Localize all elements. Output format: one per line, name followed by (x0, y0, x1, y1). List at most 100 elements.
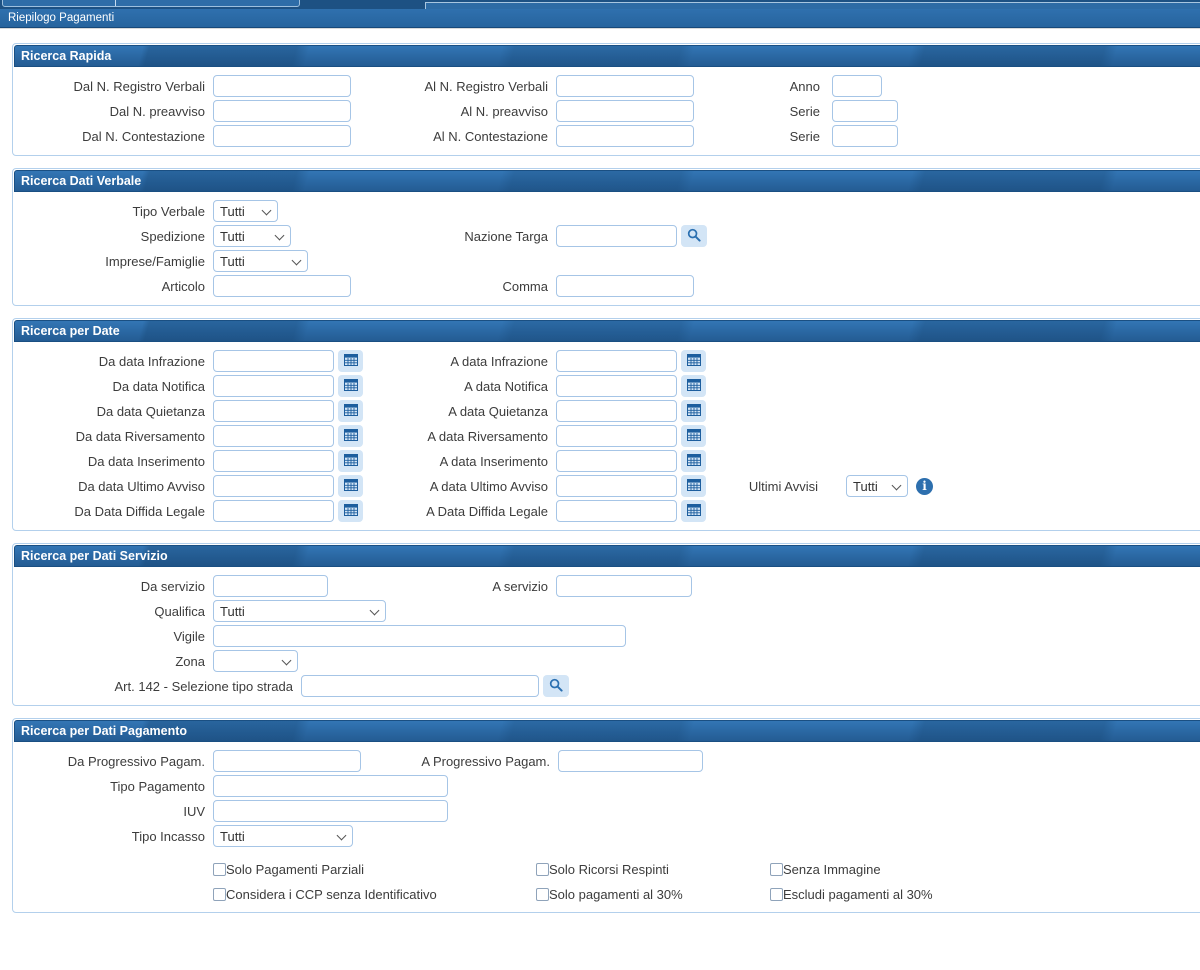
dal-contestazione-input[interactable] (213, 125, 351, 147)
anno-label: Anno (694, 79, 832, 94)
calendar-icon (687, 504, 701, 519)
date-from-input[interactable] (213, 400, 334, 422)
serie-preavviso-input[interactable] (832, 100, 898, 122)
date-from-input[interactable] (213, 425, 334, 447)
tipo-pagamento-input[interactable] (213, 775, 448, 797)
date-to-calendar-button[interactable] (681, 400, 706, 422)
dal-preavviso-input[interactable] (213, 100, 351, 122)
al-contestazione-input[interactable] (556, 125, 694, 147)
date-from-input[interactable] (213, 450, 334, 472)
date-to-calendar-button[interactable] (681, 350, 706, 372)
date-from-input[interactable] (213, 500, 334, 522)
tipo-incasso-select[interactable]: Tutti (213, 825, 353, 847)
anno-input[interactable] (832, 75, 882, 97)
section-header-dati-verbale: Ricerca Dati Verbale (14, 170, 1200, 192)
section-dati-verbale: Ricerca Dati Verbale Tipo Verbale Tutti … (12, 168, 1200, 306)
date-to-input[interactable] (556, 475, 677, 497)
comma-label: Comma (363, 279, 556, 294)
imprese-famiglie-select[interactable]: Tutti (213, 250, 308, 272)
date-from-label: Da data Inserimento (13, 454, 213, 469)
date-from-input[interactable] (213, 475, 334, 497)
row-spedizione: Spedizione Tutti Nazione Targa (13, 225, 1200, 247)
al-preavviso-label: Al N. preavviso (363, 104, 556, 119)
date-from-input[interactable] (213, 375, 334, 397)
section-dati-servizio: Ricerca per Dati Servizio Da servizio A … (12, 543, 1200, 706)
tipo-verbale-label: Tipo Verbale (13, 204, 213, 219)
date-to-input[interactable] (556, 350, 677, 372)
iuv-input[interactable] (213, 800, 448, 822)
date-from-calendar-button[interactable] (338, 425, 363, 447)
iuv-label: IUV (13, 804, 213, 819)
articolo-label: Articolo (13, 279, 213, 294)
info-icon[interactable]: i (916, 478, 933, 495)
senza-immagine-checkbox[interactable] (770, 863, 783, 876)
date-to-calendar-button[interactable] (681, 425, 706, 447)
date-to-input[interactable] (556, 425, 677, 447)
date-to-input[interactable] (556, 375, 677, 397)
date-to-label: A Data Diffida Legale (363, 504, 556, 519)
escludi-pagamenti-30-checkbox[interactable] (770, 888, 783, 901)
spedizione-select[interactable]: Tutti (213, 225, 291, 247)
ultimi-avvisi-select[interactable]: Tutti (846, 475, 908, 497)
date-to-input[interactable] (556, 450, 677, 472)
vigile-input[interactable] (213, 625, 626, 647)
articolo-input[interactable] (213, 275, 351, 297)
date-to-label: A data Infrazione (363, 354, 556, 369)
row-qualifica: Qualifica Tutti (13, 600, 1200, 622)
toolbar-partial-tab (425, 2, 1200, 9)
comma-input[interactable] (556, 275, 694, 297)
dal-registro-verbali-input[interactable] (213, 75, 351, 97)
date-from-label: Da Data Diffida Legale (13, 504, 213, 519)
date-from-label: Da data Notifica (13, 379, 213, 394)
nazione-targa-input[interactable] (556, 225, 677, 247)
art142-input[interactable] (301, 675, 539, 697)
da-servizio-input[interactable] (213, 575, 328, 597)
dal-contestazione-label: Dal N. Contestazione (13, 129, 213, 144)
calendar-icon (344, 404, 358, 419)
date-to-label: A data Inserimento (363, 454, 556, 469)
dal-registro-verbali-label: Dal N. Registro Verbali (13, 79, 213, 94)
spedizione-label: Spedizione (13, 229, 213, 244)
al-registro-verbali-input[interactable] (556, 75, 694, 97)
a-servizio-input[interactable] (556, 575, 692, 597)
date-from-calendar-button[interactable] (338, 350, 363, 372)
date-from-calendar-button[interactable] (338, 375, 363, 397)
date-from-calendar-button[interactable] (338, 450, 363, 472)
date-to-input[interactable] (556, 400, 677, 422)
section-header-dati-pagamento: Ricerca per Dati Pagamento (14, 720, 1200, 742)
da-progressivo-input[interactable] (213, 750, 361, 772)
date-to-calendar-button[interactable] (681, 450, 706, 472)
page-title: Riepilogo Pagamenti (0, 9, 1200, 28)
date-to-calendar-button[interactable] (681, 375, 706, 397)
date-from-calendar-button[interactable] (338, 475, 363, 497)
toolbar-partial-control (2, 0, 300, 7)
considera-ccp-checkbox[interactable] (213, 888, 226, 901)
nazione-targa-search-button[interactable] (681, 225, 707, 247)
solo-pagamenti-30-checkbox[interactable] (536, 888, 549, 901)
date-to-calendar-button[interactable] (681, 500, 706, 522)
row-servizio: Da servizio A servizio (13, 575, 1200, 597)
row-progressivo: Da Progressivo Pagam. A Progressivo Paga… (13, 750, 1200, 772)
solo-pagamenti-parziali-checkbox[interactable] (213, 863, 226, 876)
qualifica-select[interactable]: Tutti (213, 600, 386, 622)
tipo-verbale-select[interactable]: Tutti (213, 200, 278, 222)
payment-filter-checkboxes: Solo Pagamenti Parziali Solo Ricorsi Res… (213, 857, 1200, 907)
al-preavviso-input[interactable] (556, 100, 694, 122)
solo-pagamenti-parziali-label: Solo Pagamenti Parziali (226, 862, 364, 877)
date-row-3: Da data RiversamentoA data Riversamento (13, 425, 1200, 447)
calendar-icon (687, 354, 701, 369)
date-to-label: A data Notifica (363, 379, 556, 394)
date-from-calendar-button[interactable] (338, 400, 363, 422)
calendar-icon (344, 429, 358, 444)
zona-select[interactable] (213, 650, 298, 672)
date-from-calendar-button[interactable] (338, 500, 363, 522)
art142-search-button[interactable] (543, 675, 569, 697)
date-to-calendar-button[interactable] (681, 475, 706, 497)
a-progressivo-input[interactable] (558, 750, 703, 772)
a-progressivo-label: A Progressivo Pagam. (373, 754, 558, 769)
date-to-input[interactable] (556, 500, 677, 522)
date-from-input[interactable] (213, 350, 334, 372)
serie-contestazione-label: Serie (694, 129, 832, 144)
solo-ricorsi-respinti-checkbox[interactable] (536, 863, 549, 876)
serie-contestazione-input[interactable] (832, 125, 898, 147)
